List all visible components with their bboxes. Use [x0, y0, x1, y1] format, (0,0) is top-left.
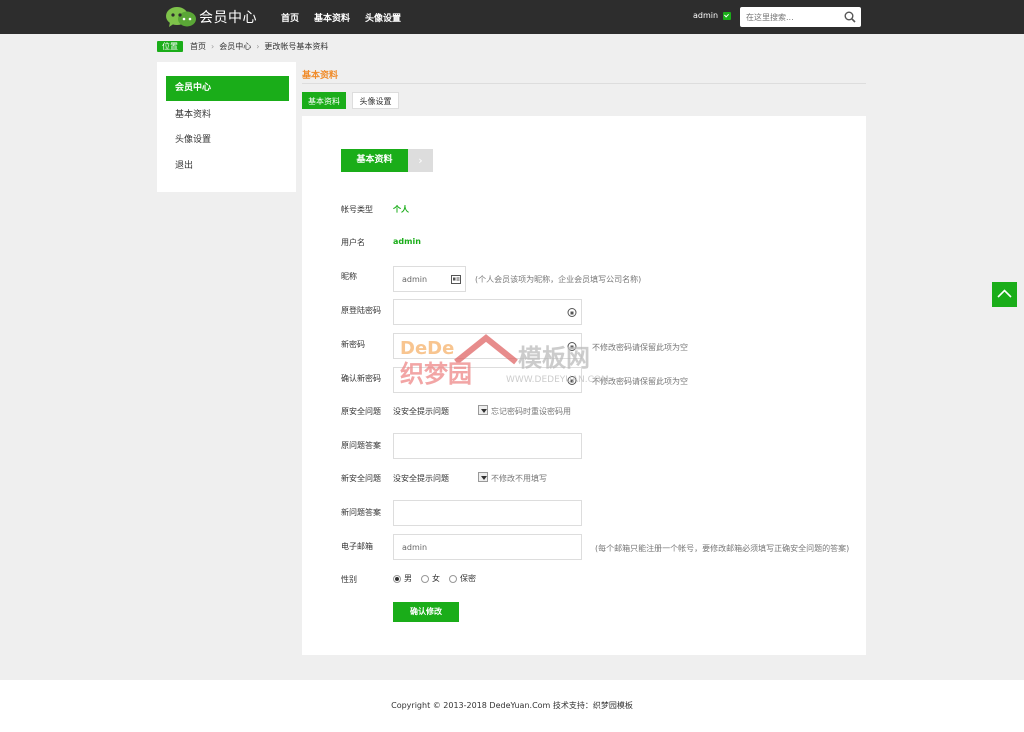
new-answer-field: [393, 500, 582, 526]
chevron-down-icon[interactable]: [723, 11, 732, 20]
section-title: 基本资料: [302, 71, 339, 81]
footer: Copyright © 2013-2018 DedeYuan.Com 技术支持：…: [0, 680, 1024, 732]
old-question-hint: 忘记密码时重设密码用: [491, 407, 571, 416]
tab-avatar[interactable]: 头像设置: [352, 92, 399, 109]
gender-radio-male[interactable]: [393, 574, 401, 583]
id-card-icon: [451, 275, 461, 284]
gender-radio-female[interactable]: [421, 574, 429, 583]
old-password-input[interactable]: [394, 300, 581, 324]
username-value: admin: [393, 237, 421, 246]
chevron-right-icon: ›: [256, 42, 260, 51]
chevron-right-icon: ›: [211, 42, 215, 51]
email-input[interactable]: [394, 535, 581, 559]
back-to-top-button[interactable]: [992, 282, 1017, 307]
user-name: admin: [693, 11, 719, 20]
search-icon[interactable]: [844, 11, 856, 23]
logo[interactable]: 会员中心: [166, 6, 257, 28]
old-answer-input[interactable]: [394, 434, 581, 458]
sidebar-item-logout[interactable]: 退出: [166, 154, 289, 179]
gender-radio-secret[interactable]: [449, 574, 457, 583]
new-password-label: 新密码: [341, 340, 365, 349]
chevron-down-icon[interactable]: [478, 405, 488, 415]
breadcrumb-home[interactable]: 首页: [190, 41, 206, 52]
old-password-field: [393, 299, 582, 325]
gender-label-secret: 保密: [460, 574, 476, 583]
gender-label-female: 女: [432, 574, 440, 583]
old-question-value: 没安全提示问题: [393, 407, 449, 416]
footer-copyright: Copyright © 2013-2018 DedeYuan.Com 技术支持：…: [391, 701, 633, 710]
section-divider: [302, 83, 866, 84]
watermark-brand-en: DeDe: [400, 338, 454, 359]
lock-icon: [567, 308, 577, 317]
gender-options: 男 女 保密: [393, 573, 485, 584]
old-question-label: 原安全问题: [341, 407, 381, 416]
sidebar-item-member-center[interactable]: 会员中心: [166, 76, 289, 101]
new-question-hint: 不修改不用填写: [491, 474, 547, 483]
logo-text: 会员中心: [199, 10, 257, 26]
new-question-select[interactable]: 没安全提示问题: [393, 473, 449, 485]
chevron-right-icon: ›: [408, 149, 433, 172]
confirm-password-label: 确认新密码: [341, 374, 381, 383]
watermark-logo: DeDe 织梦园 模板网 WWW.DEDEYUAN.COM: [400, 334, 609, 388]
new-question-value: 没安全提示问题: [393, 474, 449, 483]
chat-bubbles-icon: [166, 7, 196, 27]
watermark-url: WWW.DEDEYUAN.COM: [506, 375, 609, 385]
breadcrumb-member-center[interactable]: 会员中心: [219, 41, 251, 52]
sidebar-item-avatar[interactable]: 头像设置: [166, 128, 289, 153]
watermark-brand-cn-1: 织梦园: [400, 360, 472, 388]
chevron-up-icon: [997, 289, 1012, 298]
nickname-field: [393, 266, 466, 292]
email-field: [393, 534, 582, 560]
breadcrumb-current: 更改帐号基本资料: [264, 42, 329, 51]
sidebar-item-basic-info[interactable]: 基本资料: [166, 103, 289, 128]
nav-home[interactable]: 首页: [281, 11, 299, 24]
nav-basic-info[interactable]: 基本资料: [314, 11, 350, 24]
sidebar: 会员中心 基本资料 头像设置 退出: [157, 62, 296, 192]
nav-avatar[interactable]: 头像设置: [365, 11, 401, 24]
old-question-select[interactable]: 没安全提示问题: [393, 406, 449, 418]
top-bar: 会员中心 首页 基本资料 头像设置 admin: [0, 0, 1024, 34]
breadcrumb-badge: 位置: [157, 41, 183, 52]
tab-basic-info[interactable]: 基本资料: [302, 92, 346, 109]
new-answer-label: 新问题答案: [341, 508, 381, 517]
gender-label: 性别: [341, 575, 357, 584]
submit-button[interactable]: 确认修改: [393, 602, 459, 622]
nickname-label: 昵称: [341, 272, 357, 281]
watermark-brand-cn-2: 模板网: [518, 344, 590, 372]
old-password-label: 原登陆密码: [341, 306, 381, 315]
gender-label-male: 男: [404, 574, 412, 583]
chevron-down-icon[interactable]: [478, 472, 488, 482]
email-hint: (每个邮箱只能注册一个帐号，要修改邮箱必须填写正确安全问题的答案): [595, 544, 850, 553]
username-label: 用户名: [341, 238, 365, 247]
old-answer-field: [393, 433, 582, 459]
account-type-value: 个人: [393, 205, 409, 214]
nickname-hint: (个人会员该项为昵称，企业会员填写公司名称): [475, 275, 642, 284]
step-indicator: 基本资料 ›: [341, 149, 433, 172]
user-menu[interactable]: admin: [693, 11, 732, 20]
old-answer-label: 原问题答案: [341, 441, 381, 450]
email-label: 电子邮箱: [341, 542, 373, 551]
new-question-label: 新安全问题: [341, 474, 381, 483]
step-label: 基本资料: [341, 149, 408, 172]
main-nav: 首页 基本资料 头像设置: [281, 0, 416, 34]
search-input[interactable]: [740, 7, 840, 27]
breadcrumb: 位置 首页 › 会员中心 › 更改帐号基本资料: [157, 41, 328, 52]
search-box: [740, 7, 861, 27]
new-answer-input[interactable]: [394, 501, 581, 525]
account-type-label: 帐号类型: [341, 205, 373, 214]
